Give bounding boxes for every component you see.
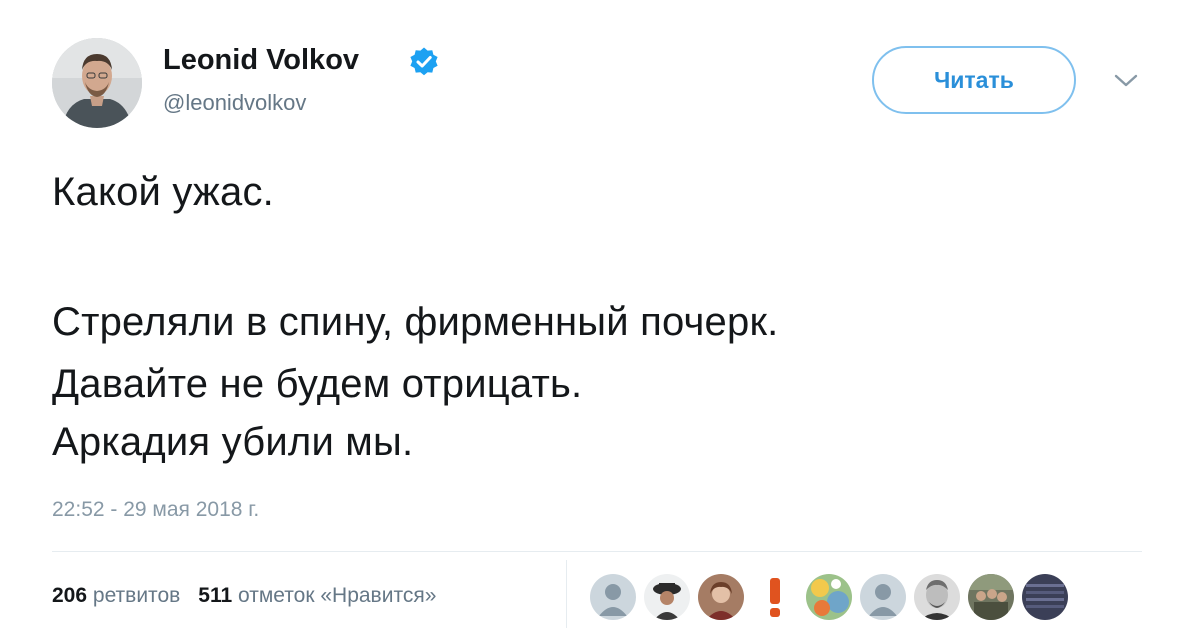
likes-stat[interactable]: 511 отметок «Нравится» <box>198 584 436 607</box>
liker-avatar[interactable] <box>1022 574 1068 620</box>
likes-label: отметок «Нравится» <box>238 584 437 607</box>
likes-count: 511 <box>198 584 233 607</box>
tweet-timestamp[interactable]: 22:52 - 29 мая 2018 г. <box>52 498 259 522</box>
follow-button[interactable]: Читать <box>872 46 1076 114</box>
retweets-label: ретвитов <box>92 584 181 607</box>
liker-avatar[interactable] <box>590 574 636 620</box>
retweets-count: 206 <box>52 584 88 607</box>
tweet-text-line: Какой ужас. <box>52 170 274 214</box>
liker-avatar[interactable] <box>752 574 798 620</box>
retweets-stat[interactable]: 206 ретвитов <box>52 584 180 607</box>
liker-avatar[interactable] <box>968 574 1014 620</box>
tweet-text-line: Стреляли в спину, фирменный почерк. <box>52 300 779 344</box>
verified-badge-icon <box>410 47 438 76</box>
tweet-text-line: Давайте не будем отрицать. <box>52 362 583 406</box>
tweet-stats: 206 ретвитов 511 отметок «Нравится» <box>52 584 436 608</box>
tweet-text-line: Аркадия убили мы. <box>52 420 414 464</box>
divider <box>52 551 1142 552</box>
liker-avatar[interactable] <box>644 574 690 620</box>
author-display-name[interactable]: Leonid Volkov <box>163 44 359 77</box>
liker-avatar[interactable] <box>806 574 852 620</box>
author-handle[interactable]: @leonidvolkov <box>163 90 306 116</box>
chevron-down-icon[interactable] <box>1113 72 1139 90</box>
author-avatar[interactable] <box>52 38 142 128</box>
liker-avatar[interactable] <box>860 574 906 620</box>
liker-avatar[interactable] <box>698 574 744 620</box>
liker-avatar[interactable] <box>914 574 960 620</box>
divider <box>566 560 567 628</box>
